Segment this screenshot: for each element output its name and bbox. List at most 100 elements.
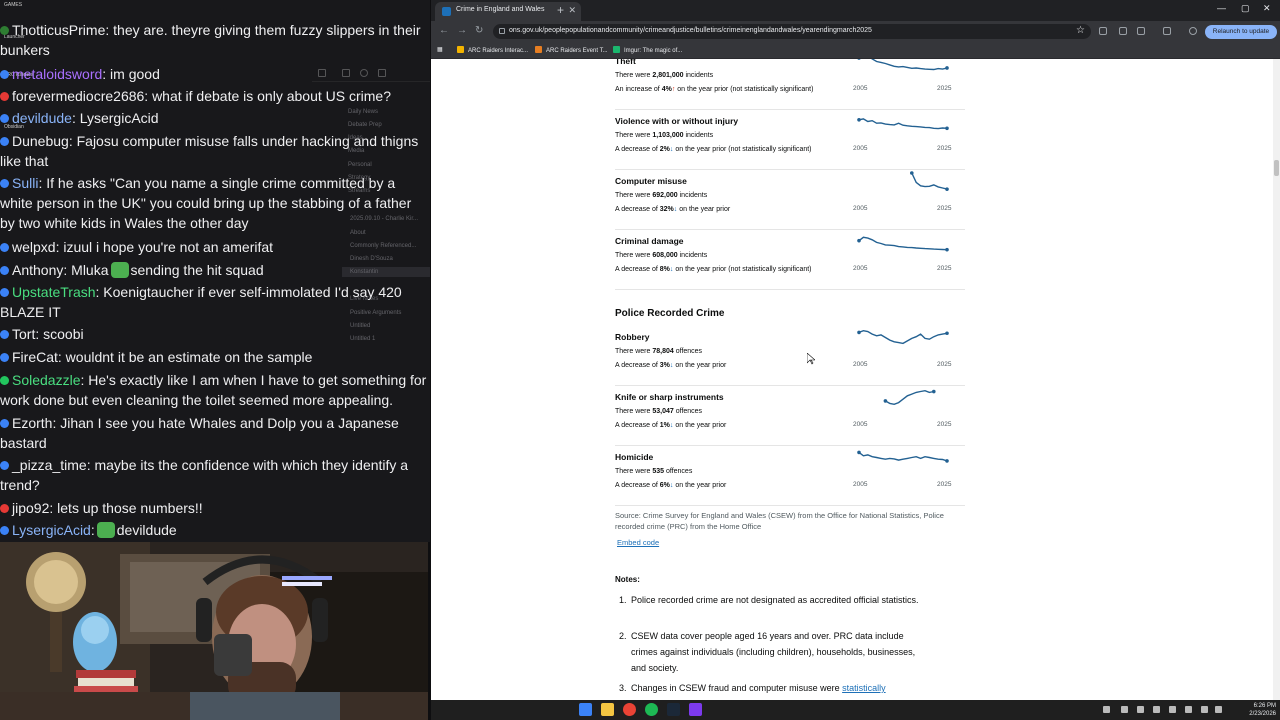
wifi-icon[interactable] (1201, 706, 1208, 713)
sparkline-start-point (910, 171, 914, 175)
chat-username[interactable]: LysergicAcid (12, 522, 91, 538)
chat-username[interactable]: FireCat (12, 349, 58, 365)
volume-icon[interactable] (1215, 706, 1222, 713)
chat-username[interactable]: ThotticusPrime (12, 22, 105, 38)
chat-username[interactable]: devildude (12, 110, 72, 126)
crime-change: A decrease of 6%↓ on the year prior (615, 482, 727, 489)
chat-username[interactable]: Dunebug (12, 133, 69, 149)
extensions-puzzle-icon[interactable] (1137, 27, 1145, 35)
tray-icon[interactable] (1103, 706, 1110, 713)
spark-year-end: 2025 (937, 265, 952, 272)
spark-year-end: 2025 (937, 481, 952, 488)
chat-username[interactable]: Soledazzle (12, 372, 81, 388)
chat-badge-icon (0, 266, 9, 275)
chat-text: : scoobi (35, 326, 84, 342)
crime-count: There were 1,103,000 incidents (615, 132, 714, 139)
steam-icon[interactable] (667, 703, 680, 716)
bookmarks-bar: ▦ ARC Raiders Interac... ARC Raiders Eve… (431, 42, 1280, 59)
embed-code-link[interactable]: Embed code (617, 538, 659, 547)
spark-year-end: 2025 (937, 205, 952, 212)
tray-icon[interactable] (1185, 706, 1192, 713)
chat-message: FireCat: wouldnt it be an estimate on th… (0, 347, 428, 367)
bookmark-star-icon[interactable]: ☆ (1076, 25, 1085, 36)
chat-message: ThotticusPrime: they are. theyre giving … (0, 20, 428, 60)
chat-username[interactable]: forevermediocre2686 (12, 88, 144, 104)
tray-icon[interactable] (1121, 706, 1128, 713)
chat-username[interactable]: welpxd (12, 239, 56, 255)
crime-name: Computer misuse (615, 176, 687, 186)
sparkline-line (885, 389, 934, 406)
clock[interactable]: 6:26 PM 2/23/2026 (1249, 702, 1276, 718)
bookmark-item[interactable]: Imgur: The magic of... (613, 46, 682, 54)
site-info-icon[interactable] (499, 28, 505, 34)
sparkline-end-point (945, 331, 949, 336)
sparkline-start-point (857, 59, 861, 60)
start-icon[interactable] (579, 703, 592, 716)
chat-badge-icon (0, 376, 9, 385)
sparkline-chart (857, 118, 949, 131)
tray-icon[interactable] (1137, 706, 1144, 713)
chat-badge-icon (0, 137, 9, 146)
chat-username[interactable]: Ezorth (12, 415, 52, 431)
crime-name: Violence with or without injury (615, 116, 739, 126)
chat-text: : (90, 522, 95, 538)
bookmark-item[interactable]: ARC Raiders Event T... (535, 46, 608, 54)
new-tab-icon[interactable]: + (557, 3, 564, 17)
chat-username[interactable]: UpstateTrash (12, 284, 96, 300)
note-link[interactable]: statistically (842, 683, 886, 693)
extension-icon[interactable] (1119, 27, 1127, 35)
tab-title: Crime in England and Wales (456, 6, 545, 13)
chat-username[interactable]: Sulli (12, 175, 38, 191)
crime-change: A decrease of 2%↓ on the year prior (not… (615, 146, 812, 153)
file-explorer-icon[interactable] (601, 703, 614, 716)
chat-username[interactable]: Tort (12, 326, 35, 342)
crime-change: An increase of 4%↑ on the year prior (no… (615, 86, 814, 93)
divider (615, 289, 965, 290)
scrollbar-thumb[interactable] (1274, 160, 1279, 176)
chat-text: : If he asks "Can you name a single crim… (0, 175, 412, 231)
crime-count: There were 535 offences (615, 468, 693, 475)
profile-icon[interactable] (1189, 27, 1197, 35)
chat-message: Ezorth: Jihan I see you hate Whales and … (0, 413, 428, 453)
sparkline-start-point (857, 118, 861, 122)
spark-year-start: 2005 (853, 85, 868, 92)
chat-badge-icon (0, 92, 9, 101)
tray-icon[interactable] (1169, 706, 1176, 713)
forward-icon[interactable]: → (457, 25, 467, 36)
chat-text: : Mluka (63, 262, 109, 278)
chat-message: Anthony: Mluka sending the hit squad (0, 260, 428, 280)
sparkline-chart (910, 171, 949, 191)
close-window-icon[interactable]: ✕ (1263, 3, 1271, 14)
chrome-icon[interactable] (623, 703, 636, 716)
chat-text: : LysergicAcid (71, 110, 159, 126)
chat-username[interactable]: metaloidsword (12, 66, 102, 82)
sparkline-chart (857, 59, 949, 71)
chat-username[interactable]: Anthony (12, 262, 63, 278)
obsidian-icon[interactable] (689, 703, 702, 716)
relaunch-button[interactable]: Relaunch to update (1205, 25, 1277, 39)
chat-badge-icon (0, 114, 9, 123)
launcher-label: GAMES (4, 2, 23, 8)
back-icon[interactable]: ← (439, 25, 449, 36)
close-tab-icon[interactable]: ✕ (568, 5, 576, 16)
scrollbar[interactable] (1273, 59, 1280, 700)
address-bar[interactable]: ons.gov.uk/peoplepopulationandcommunity/… (493, 24, 1091, 39)
maximize-icon[interactable]: ▢ (1241, 3, 1250, 14)
chat-username[interactable]: jipo92 (12, 500, 49, 516)
url-text: ons.gov.uk/peoplepopulationandcommunity/… (509, 27, 872, 34)
spotify-icon[interactable] (645, 703, 658, 716)
bookmark-favicon-icon (535, 46, 542, 53)
sparkline-line (858, 451, 948, 462)
bookmark-item[interactable]: ARC Raiders Interac... (457, 46, 528, 54)
chat-panel: Daily News Debate Prep Ideas Media Personal S… (0, 0, 430, 542)
chat-message: _pizza_time: maybe its the confidence wi… (0, 455, 428, 495)
chat-username[interactable]: _pizza_time (12, 457, 87, 473)
extension-icon[interactable] (1099, 27, 1107, 35)
side-panel-icon[interactable] (1163, 27, 1171, 35)
reload-icon[interactable]: ↻ (475, 25, 483, 36)
spark-year-start: 2005 (853, 145, 868, 152)
tray-icon[interactable] (1153, 706, 1160, 713)
chat-message: jipo92: lets up those numbers!! (0, 498, 428, 518)
apps-grid-icon[interactable]: ▦ (437, 46, 443, 53)
minimize-icon[interactable]: — (1217, 3, 1226, 13)
